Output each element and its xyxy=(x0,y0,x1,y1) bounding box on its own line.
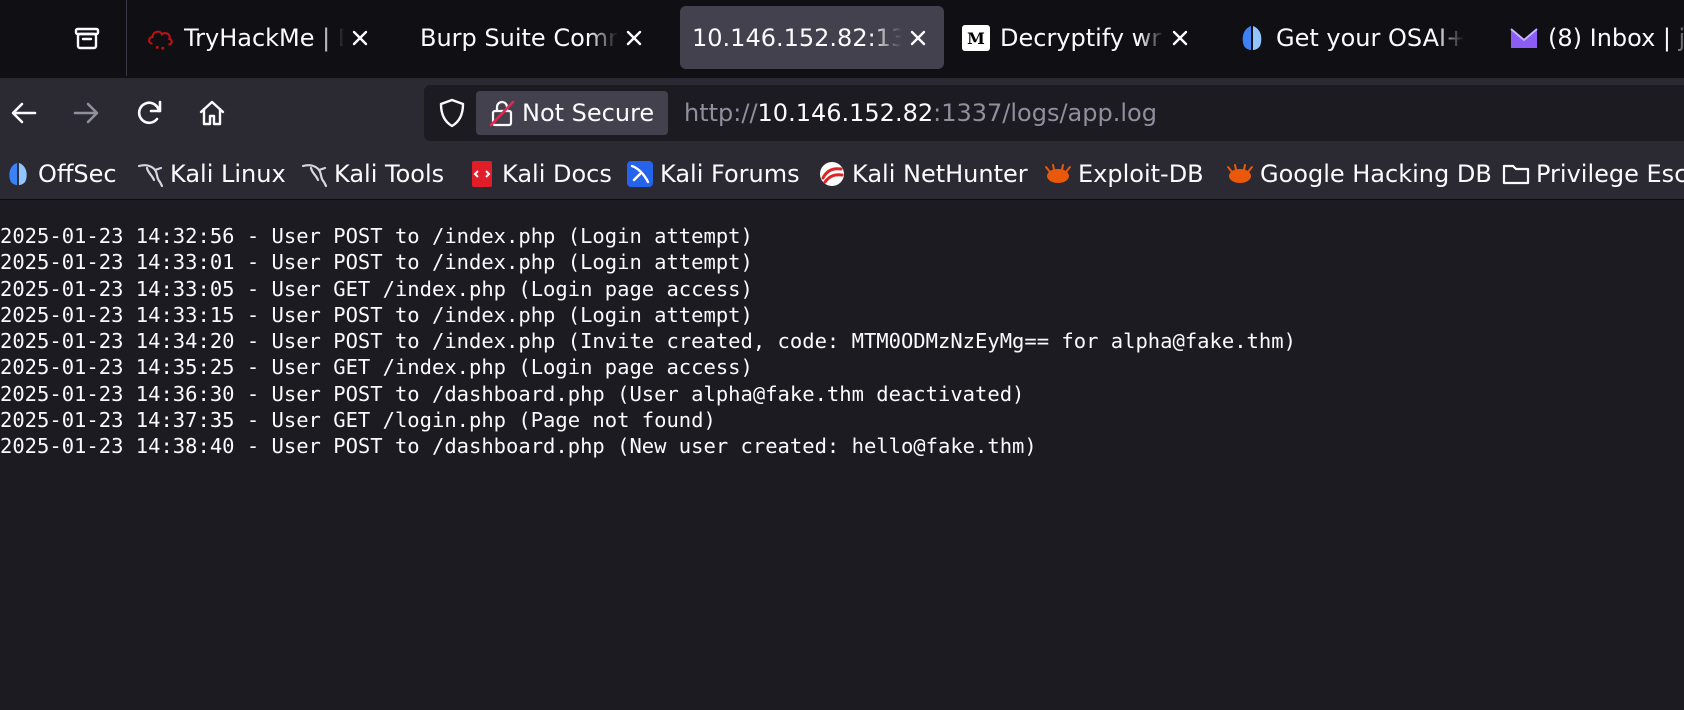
proton-mail-icon xyxy=(1510,24,1538,52)
log-text: 2025-01-23 14:32:56 - User POST to /inde… xyxy=(0,223,1296,460)
medium-icon: M xyxy=(962,24,990,52)
kali-forums-icon xyxy=(626,160,654,188)
close-icon xyxy=(352,30,368,45)
bookmark-label: Kali Linux xyxy=(170,160,286,188)
tab-tryhackme[interactable]: TryHackMe | Decryptify xyxy=(130,6,386,69)
bookmark-google-hacking-db[interactable]: Google Hacking DB xyxy=(1226,148,1492,199)
bookmark-label: Google Hacking DB xyxy=(1260,160,1492,188)
svg-text:M: M xyxy=(967,29,985,48)
tab-app-log[interactable]: 10.146.152.82:1337/logs/app.log xyxy=(680,6,944,69)
bookmark-kali-tools[interactable]: Kali Tools xyxy=(300,148,445,199)
tab-strip: TryHackMe | Decryptify Burp Suite Commun… xyxy=(0,0,1684,78)
security-label: Not Secure xyxy=(522,99,655,127)
tab-close-button[interactable] xyxy=(906,26,930,50)
kali-dragon-icon xyxy=(136,160,164,188)
tab-title: Get your OSAI+ xyxy=(1276,23,1464,52)
bookmark-folder-privilege-escalation[interactable]: Privilege Esca xyxy=(1502,148,1684,199)
bookmark-label: Privilege Esca xyxy=(1536,160,1684,188)
tab-manager-icon xyxy=(74,27,100,50)
kali-dragon-icon xyxy=(300,160,328,188)
tab-inbox[interactable]: (8) Inbox | je xyxy=(1494,6,1684,69)
forward-button[interactable] xyxy=(64,91,108,135)
bookmark-kali-forums[interactable]: Kali Forums xyxy=(626,148,800,199)
tab-title: 10.146.152.82:1337/logs/app.log xyxy=(692,23,902,52)
bookmark-label: Kali Forums xyxy=(660,160,800,188)
back-button[interactable] xyxy=(2,91,46,135)
log-line: 2025-01-23 14:33:05 - User GET /index.ph… xyxy=(0,276,753,301)
nethunter-icon xyxy=(818,160,846,188)
bookmark-kali-linux[interactable]: Kali Linux xyxy=(136,148,286,199)
tryhackme-cloud-icon xyxy=(146,24,174,52)
arrow-left-icon xyxy=(11,102,37,124)
exploit-db-icon xyxy=(1044,160,1072,188)
reload-icon xyxy=(137,100,162,125)
arrow-right-icon xyxy=(73,102,99,124)
url-host: 10.146.152.82 xyxy=(757,99,934,127)
tab-title: (8) Inbox | je xyxy=(1548,23,1684,52)
log-line: 2025-01-23 14:35:25 - User GET /index.ph… xyxy=(0,355,753,380)
kali-docs-icon xyxy=(468,160,496,188)
page-content: 2025-01-23 14:32:56 - User POST to /inde… xyxy=(0,201,1684,710)
url-prefix: http:// xyxy=(684,99,758,127)
bookmark-label: Kali Docs xyxy=(502,160,612,188)
tab-close-button[interactable] xyxy=(348,26,372,50)
tab-title: Burp Suite Community Edition xyxy=(420,23,618,52)
reload-button[interactable] xyxy=(128,91,172,135)
url-path: :1337/logs/app.log xyxy=(933,99,1157,127)
tab-separator xyxy=(126,0,127,76)
tab-manager-button[interactable] xyxy=(62,16,112,60)
navigation-toolbar: Not Secure http://10.146.152.82:1337/log… xyxy=(0,78,1684,148)
home-button[interactable] xyxy=(190,91,234,135)
log-line: 2025-01-23 14:32:56 - User POST to /inde… xyxy=(0,224,753,248)
exploit-db-icon xyxy=(1226,160,1254,188)
offsec-icon xyxy=(1238,24,1266,52)
log-line: 2025-01-23 14:38:40 - User POST to /dash… xyxy=(0,434,1037,459)
close-icon xyxy=(626,30,642,45)
url-bar[interactable]: Not Secure http://10.146.152.82:1337/log… xyxy=(424,85,1684,141)
insecure-lock-icon xyxy=(488,99,516,127)
tab-close-button[interactable] xyxy=(1168,26,1192,50)
bookmark-label: OffSec xyxy=(38,160,117,188)
tab-osai[interactable]: Get your OSAI+ xyxy=(1222,6,1478,69)
bookmark-kali-nethunter[interactable]: Kali NetHunter xyxy=(818,148,1028,199)
log-line: 2025-01-23 14:34:20 - User POST to /inde… xyxy=(0,329,1296,354)
bookmark-label: Kali Tools xyxy=(334,160,445,188)
bookmark-label: Exploit-DB xyxy=(1078,160,1204,188)
bookmark-exploit-db[interactable]: Exploit-DB xyxy=(1044,148,1204,199)
bookmarks-toolbar: OffSec Kali Linux Kali Tools Kali Docs K… xyxy=(0,148,1684,200)
tab-title: Decryptify writeup xyxy=(1000,23,1164,52)
tab-title: TryHackMe | Decryptify xyxy=(184,23,344,52)
url-text[interactable]: http://10.146.152.82:1337/logs/app.log xyxy=(684,85,1157,141)
shield-icon xyxy=(439,98,465,128)
bookmark-offsec[interactable]: OffSec xyxy=(4,148,117,199)
tab-burp-suite[interactable]: Burp Suite Community Edition xyxy=(404,6,660,69)
log-line: 2025-01-23 14:36:30 - User POST to /dash… xyxy=(0,381,1025,406)
tab-close-button[interactable] xyxy=(622,26,646,50)
tracking-protection-button[interactable] xyxy=(434,95,470,131)
home-icon xyxy=(199,100,225,126)
log-line: 2025-01-23 14:33:15 - User POST to /inde… xyxy=(0,302,753,327)
close-icon xyxy=(1172,30,1188,45)
log-line: 2025-01-23 14:33:01 - User POST to /inde… xyxy=(0,250,753,275)
folder-icon xyxy=(1502,160,1530,188)
site-security-button[interactable]: Not Secure xyxy=(476,91,669,135)
bookmark-kali-docs[interactable]: Kali Docs xyxy=(468,148,612,199)
log-line: 2025-01-23 14:37:35 - User GET /login.ph… xyxy=(0,408,716,433)
tab-decryptify-writeup[interactable]: M Decryptify writeup xyxy=(950,6,1206,69)
bookmark-label: Kali NetHunter xyxy=(852,160,1028,188)
close-icon xyxy=(910,30,926,45)
offsec-icon xyxy=(4,160,32,188)
